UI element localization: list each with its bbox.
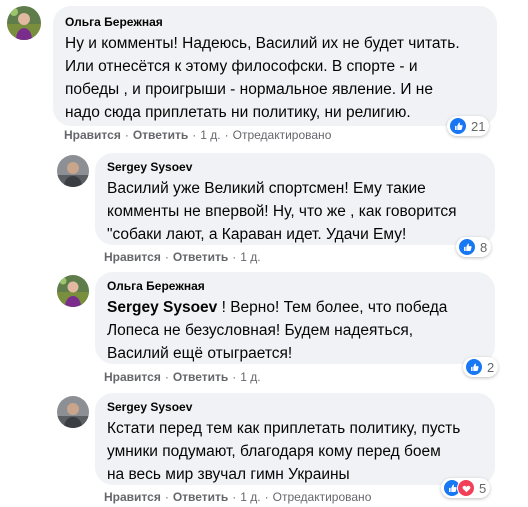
- comment-actions: Нравится · Ответить · 1 д. · Отредактиро…: [104, 490, 372, 504]
- reply-button[interactable]: Ответить: [173, 490, 228, 504]
- reply-button[interactable]: Ответить: [173, 250, 228, 264]
- edited-label: Отредактировано: [232, 128, 332, 142]
- comment-author[interactable]: Ольга Бережная: [65, 15, 485, 29]
- comment-actions: Нравится · Ответить · 1 д. · Отредактиро…: [64, 128, 332, 142]
- avatar[interactable]: [57, 155, 89, 187]
- comment-timestamp[interactable]: 1 д.: [200, 128, 220, 142]
- comment-text: Василий уже Великий спортсмен! Ему такие…: [107, 180, 457, 243]
- reply-button[interactable]: Ответить: [173, 370, 228, 384]
- like-icon: [458, 238, 476, 256]
- reply-button[interactable]: Ответить: [133, 128, 188, 142]
- avatar[interactable]: [7, 6, 41, 40]
- reaction-count: 21: [471, 118, 486, 134]
- like-button[interactable]: Нравится: [104, 490, 161, 504]
- comment-timestamp[interactable]: 1 д.: [240, 370, 260, 384]
- comment-actions: Нравится · Ответить · 1 д.: [104, 370, 261, 384]
- reaction-count: 2: [487, 359, 495, 375]
- comment-text: Ну и комменты! Надеюсь, Василий их не бу…: [65, 35, 460, 121]
- avatar[interactable]: [57, 396, 89, 428]
- reaction-summary[interactable]: 21: [447, 116, 490, 136]
- reaction-count: 8: [480, 239, 488, 255]
- comment-author[interactable]: Sergey Sysoev: [107, 400, 485, 414]
- comment-bubble: Ольга Бережная Ну и комменты! Надеюсь, В…: [53, 6, 497, 126]
- reaction-count: 5: [479, 480, 487, 496]
- comment-author[interactable]: Sergey Sysoev: [107, 160, 485, 174]
- reaction-summary[interactable]: 5: [441, 478, 491, 498]
- mention-link[interactable]: Sergey Sysoev: [107, 299, 217, 316]
- reaction-summary[interactable]: 8: [456, 237, 492, 257]
- comment-timestamp[interactable]: 1 д.: [240, 250, 260, 264]
- comment-author[interactable]: Ольга Бережная: [107, 279, 485, 293]
- comment-bubble: Sergey Sysoev Василий уже Великий спортс…: [95, 153, 495, 245]
- reaction-summary[interactable]: 2: [463, 357, 499, 377]
- comment-text: Sergey Sysoev ! Верно! Тем более, что по…: [107, 299, 448, 362]
- like-button[interactable]: Нравится: [64, 128, 121, 142]
- comment-bubble: Ольга Бережная Sergey Sysoev ! Верно! Те…: [95, 272, 495, 364]
- like-button[interactable]: Нравится: [104, 370, 161, 384]
- comment-timestamp[interactable]: 1 д.: [240, 490, 260, 504]
- heart-icon: [457, 479, 475, 497]
- like-icon: [465, 358, 483, 376]
- comment-actions: Нравится · Ответить · 1 д.: [104, 250, 261, 264]
- avatar[interactable]: [57, 275, 89, 307]
- comment-bubble: Sergey Sysoev Кстати перед тем как припл…: [95, 393, 495, 485]
- edited-label: Отредактировано: [272, 490, 372, 504]
- comment-text: Кстати перед тем как приплетать политику…: [107, 420, 461, 483]
- like-button[interactable]: Нравится: [104, 250, 161, 264]
- like-icon: [449, 117, 467, 135]
